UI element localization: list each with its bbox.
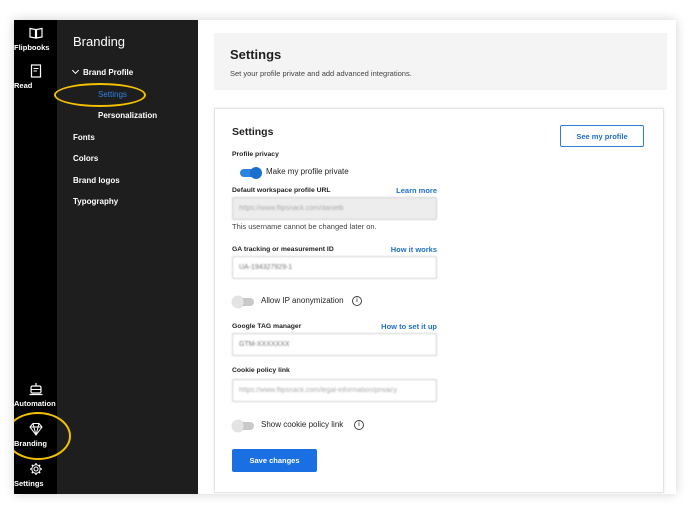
page-header: Settings Set your profile private and ad… xyxy=(214,33,667,90)
private-profile-label: Make my profile private xyxy=(266,167,349,176)
sidebar-group-brand-profile[interactable]: Brand Profile xyxy=(71,66,134,77)
sidebar-item-brand-logos[interactable]: Brand logos xyxy=(73,176,120,185)
info-icon[interactable]: i xyxy=(352,296,362,306)
toggle-knob xyxy=(232,420,244,432)
cookie-policy-toggle[interactable] xyxy=(232,420,254,432)
rail-item-flipbooks[interactable]: Flipbooks xyxy=(14,26,57,52)
card-title: Settings xyxy=(232,126,274,138)
sidebar-item-settings[interactable]: Settings xyxy=(98,90,127,99)
ip-anonymization-label: Allow IP anonymization xyxy=(261,296,344,305)
private-profile-toggle[interactable] xyxy=(240,167,262,179)
chevron-down-icon xyxy=(71,66,80,75)
diamond-icon xyxy=(28,423,43,436)
book-icon xyxy=(28,27,43,39)
how-to-set-it-up-link[interactable]: How to set it up xyxy=(355,322,437,331)
how-it-works-link[interactable]: How it works xyxy=(365,245,437,254)
rail-item-read[interactable]: Read xyxy=(14,64,57,90)
cookie-policy-label: Cookie policy link xyxy=(232,367,290,374)
sidebar-title: Branding xyxy=(73,34,126,49)
rail-item-branding[interactable]: Branding xyxy=(14,422,57,448)
ip-anonymization-toggle[interactable] xyxy=(232,296,254,308)
rail-item-label: Flipbooks xyxy=(14,43,50,52)
rail-item-label: Read xyxy=(14,81,33,90)
sidebar-item-typography[interactable]: Typography xyxy=(73,197,118,206)
info-icon[interactable]: i xyxy=(354,420,364,430)
toggle-knob xyxy=(232,296,244,308)
workspace-url-field xyxy=(232,197,437,220)
gtm-label: Google TAG manager xyxy=(232,323,302,330)
learn-more-link[interactable]: Learn more xyxy=(375,186,437,195)
ga-tracking-label: GA tracking or measurement ID xyxy=(232,246,334,253)
page-subtitle: Set your profile private and add advance… xyxy=(230,69,412,78)
rail-item-automation[interactable]: Automation xyxy=(14,382,57,408)
gear-icon xyxy=(29,463,42,475)
rail-item-settings[interactable]: Settings xyxy=(14,462,57,488)
document-icon xyxy=(30,64,41,78)
rail-item-label: Automation xyxy=(14,399,56,408)
icon-rail: Flipbooks Read Automation Branding Setti… xyxy=(14,20,57,494)
main-content: Settings Set your profile private and ad… xyxy=(198,20,676,494)
rail-item-label: Settings xyxy=(14,479,44,488)
workspace-url-help: This username cannot be changed later on… xyxy=(232,222,377,231)
ga-tracking-input[interactable] xyxy=(232,256,437,279)
profile-privacy-label: Profile privacy xyxy=(232,151,279,158)
settings-card: Settings See my profile Profile privacy … xyxy=(214,108,664,493)
robot-icon xyxy=(29,383,42,396)
sidebar-group-label: Brand Profile xyxy=(83,68,134,77)
cookie-policy-toggle-label: Show cookie policy link xyxy=(261,420,344,429)
gtm-input[interactable] xyxy=(232,333,437,356)
cookie-policy-input[interactable] xyxy=(232,379,437,402)
page-title: Settings xyxy=(230,47,282,62)
workspace-url-label: Default workspace profile URL xyxy=(232,187,331,194)
toggle-knob xyxy=(250,167,262,179)
branding-sidebar: Branding Brand Profile Settings Personal… xyxy=(57,20,198,494)
sidebar-item-personalization[interactable]: Personalization xyxy=(98,111,157,120)
save-changes-button[interactable]: Save changes xyxy=(232,449,317,472)
sidebar-item-colors[interactable]: Colors xyxy=(73,154,98,163)
see-my-profile-button[interactable]: See my profile xyxy=(560,125,644,147)
rail-item-label: Branding xyxy=(14,439,47,448)
app-window: Flipbooks Read Automation Branding Setti… xyxy=(14,20,676,494)
sidebar-item-fonts[interactable]: Fonts xyxy=(73,133,95,142)
